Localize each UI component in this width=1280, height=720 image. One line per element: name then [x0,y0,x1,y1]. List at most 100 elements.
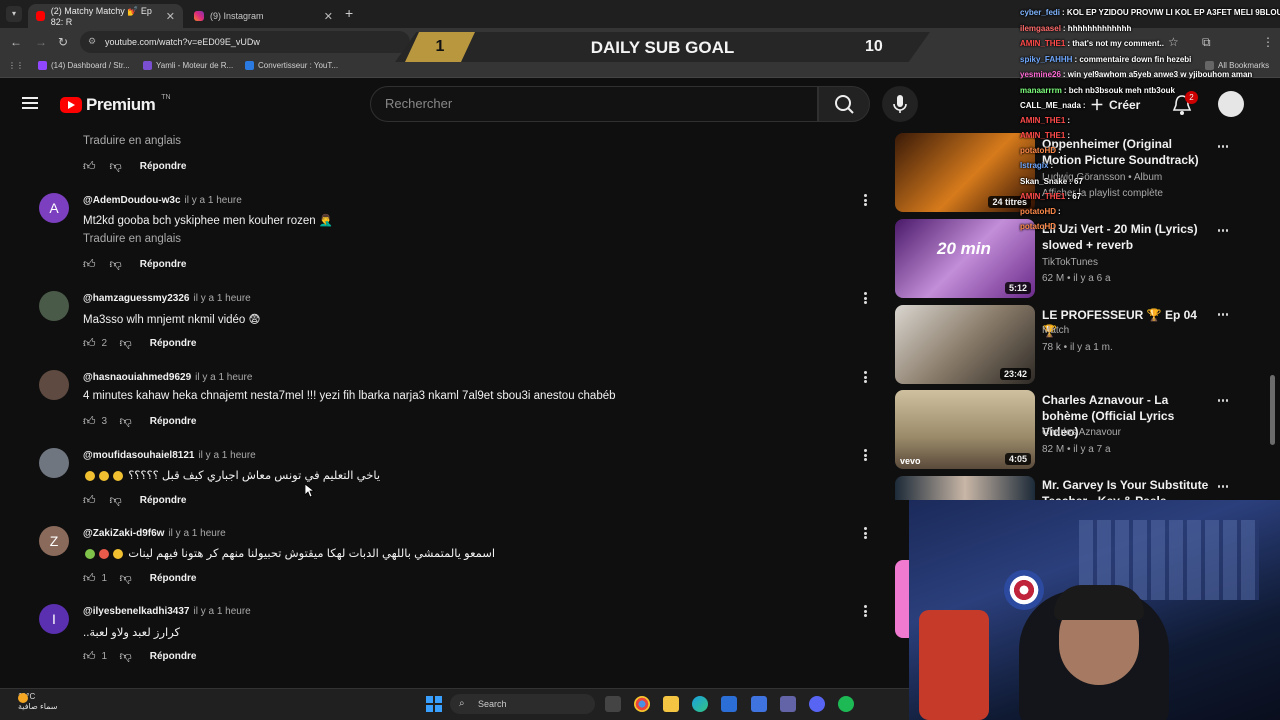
video-thumbnail[interactable]: vevo 4:05 [895,390,1035,469]
video-thumbnail[interactable] [895,560,909,638]
search-input[interactable]: Rechercher [370,86,818,122]
sidebar-scrollbar[interactable] [1270,375,1275,445]
video-menu-icon[interactable] [1218,139,1228,153]
comment-author[interactable]: @ilyesbenelkadhi3437 il y a 1 heure [83,606,251,617]
thumbs-up-icon[interactable]: 👍︎ [83,649,96,664]
thumbs-down-icon[interactable]: 👎︎ [110,493,122,508]
reply-button[interactable]: Répondre [140,259,187,270]
thumbs-down-icon[interactable]: 👎︎ [120,414,132,429]
comment-time[interactable]: il y a 1 heure [193,293,250,304]
file-explorer-icon[interactable] [663,696,679,712]
comment-menu-icon[interactable] [858,526,872,540]
video-channel[interactable]: Charles Aznavour [1042,427,1121,438]
forward-icon[interactable]: → [35,35,47,49]
avatar[interactable] [39,291,69,321]
task-view-icon[interactable] [605,696,621,712]
thumbs-up-icon[interactable]: 👍︎ [83,414,96,429]
hamburger-menu-icon[interactable] [22,97,38,109]
reply-button[interactable]: Répondre [140,161,187,172]
bookmark-item[interactable]: (14) Dashboard / Str... [38,61,130,70]
comment-author[interactable]: @moufidasouhaiel8121 il y a 1 heure [83,450,256,461]
account-avatar[interactable] [1218,91,1244,117]
thumbs-down-icon[interactable]: 👎︎ [110,159,122,174]
tab-instagram[interactable]: (9) Instagram ✕ [186,4,341,28]
thumbs-up-icon[interactable]: 👍︎ [83,336,96,351]
video-title[interactable]: Lil Uzi Vert - 20 Min (Lyrics) slowed + … [1042,221,1212,253]
comment-menu-icon[interactable] [858,604,872,618]
create-button[interactable]: ＋ Créer [1090,95,1140,115]
outlook-icon[interactable] [751,696,767,712]
avatar[interactable] [39,448,69,478]
comment-menu-icon[interactable] [858,291,872,305]
extensions-icon[interactable]: ⧉ [1202,35,1211,50]
video-menu-icon[interactable] [1218,479,1228,493]
voice-search-button[interactable] [882,86,918,122]
comment-author[interactable]: @hasnaouiahmed9629 il y a 1 heure [83,372,252,383]
avatar[interactable]: I [39,604,69,634]
reply-button[interactable]: Répondre [140,495,187,506]
comment-author[interactable]: @hamzaguessmy2326 il y a 1 heure [83,293,251,304]
taskbar-search[interactable]: ⌕ Search [450,694,595,714]
thumbs-down-icon[interactable]: 👎︎ [110,257,122,272]
menu-icon[interactable]: ⋮ [1262,35,1274,49]
video-channel[interactable]: Match [1042,325,1069,336]
close-icon[interactable]: ✕ [324,10,333,23]
back-icon[interactable]: ← [10,35,22,49]
thumbs-down-icon[interactable]: 👎︎ [120,649,132,664]
video-thumbnail[interactable]: 20 min 5:12 [895,219,1035,298]
video-menu-icon[interactable] [1218,223,1228,237]
windows-start-icon[interactable] [426,696,442,712]
comment-author[interactable]: @AdemDoudou-w3c il y a 1 heure [83,195,242,206]
reply-button[interactable]: Répondre [150,338,197,349]
address-bar[interactable]: ⚙ youtube.com/watch?v=eED09E_vUDw [80,31,410,53]
video-menu-icon[interactable] [1218,393,1228,407]
apps-icon[interactable]: ⋮⋮ [8,61,24,70]
thumbs-down-icon[interactable]: 👎︎ [120,336,132,351]
video-menu-icon[interactable] [1218,307,1228,321]
reply-button[interactable]: Répondre [150,573,197,584]
comment-time[interactable]: il y a 1 heure [168,528,225,539]
spotify-icon[interactable] [838,696,854,712]
bookmark-item[interactable]: Yamli - Moteur de R... [143,61,233,70]
thumbs-down-icon[interactable]: 👎︎ [120,571,132,586]
video-thumbnail[interactable]: 23:42 [895,305,1035,384]
tab-youtube[interactable]: (2) Matchy Matchy 💅 Ep 82: R ✕ [28,4,183,28]
comment-time[interactable]: il y a 1 heure [195,372,252,383]
avatar[interactable] [39,370,69,400]
reply-button[interactable]: Répondre [150,416,197,427]
comment-author[interactable]: @ZakiZaki-d9f6w il y a 1 heure [83,528,226,539]
store-icon[interactable] [721,696,737,712]
comment-time[interactable]: il y a 1 heure [198,450,255,461]
close-icon[interactable]: ✕ [166,10,175,23]
thumbs-up-icon[interactable]: 👍︎ [83,571,96,586]
video-title[interactable]: Oppenheimer (Original Motion Picture Sou… [1042,136,1212,168]
teams-icon[interactable] [780,696,796,712]
video-thumbnail[interactable]: 24 titres [895,133,1035,212]
thumbs-up-icon[interactable]: 👍︎ [83,493,96,508]
comment-menu-icon[interactable] [858,448,872,462]
video-channel[interactable]: TikTokTunes [1042,257,1098,268]
site-info-icon[interactable]: ⚙ [88,36,96,47]
comment-menu-icon[interactable] [858,193,872,207]
all-bookmarks[interactable]: All Bookmarks [1205,61,1269,70]
translate-link[interactable]: Traduire en anglais [83,135,181,147]
discord-icon[interactable] [809,696,825,712]
avatar[interactable]: A [39,193,69,223]
edge-icon[interactable] [692,696,708,712]
search-button[interactable] [818,86,870,122]
reply-button[interactable]: Répondre [150,651,197,662]
video-title[interactable]: Mr. Garvey Is Your Substitute Teacher - … [1042,477,1212,501]
thumbs-up-icon[interactable]: 👍︎ [83,257,96,272]
reload-icon[interactable]: ↻ [58,35,68,49]
avatar[interactable]: Z [39,526,69,556]
tab-search-button[interactable]: ▾ [6,6,22,22]
comment-time[interactable]: il y a 1 heure [193,606,250,617]
comment-menu-icon[interactable] [858,370,872,384]
comment-time[interactable]: il y a 1 heure [185,195,242,206]
chrome-icon[interactable] [634,696,650,712]
thumbs-up-icon[interactable]: 👍︎ [83,159,96,174]
bookmark-item[interactable]: Convertisseur : YouT... [245,61,338,70]
star-icon[interactable]: ☆ [1168,35,1179,49]
video-thumbnail[interactable] [895,476,1035,500]
youtube-logo[interactable]: Premium TN [60,94,171,115]
